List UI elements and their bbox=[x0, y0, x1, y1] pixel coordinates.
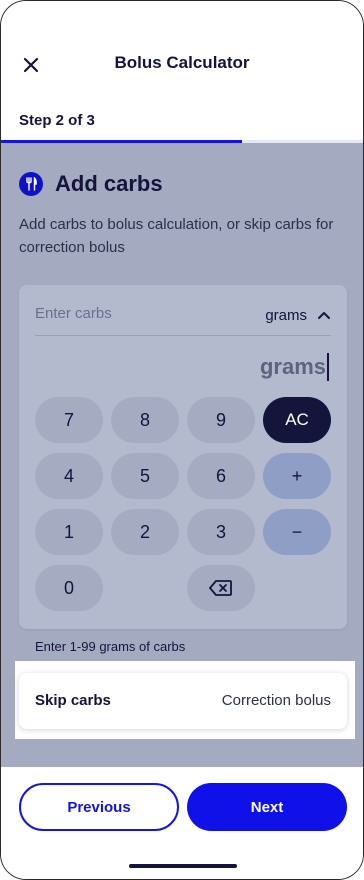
page-title: Bolus Calculator bbox=[114, 53, 250, 72]
skip-carbs-value: Correction bolus bbox=[221, 692, 331, 709]
step-indicator: Step 2 of 3 bbox=[19, 112, 95, 129]
home-indicator bbox=[129, 864, 237, 868]
phone-screen: Bolus Calculator Step 2 of 3 Add carbs A… bbox=[0, 0, 364, 880]
fork-knife-icon bbox=[19, 172, 43, 196]
carbs-input-row: Enter carbs grams bbox=[35, 303, 331, 327]
unit-dropdown-label: grams bbox=[265, 306, 307, 324]
key-1[interactable]: 1 bbox=[35, 509, 103, 555]
skip-carbs-label: Skip carbs bbox=[35, 692, 111, 709]
key-9[interactable]: 9 bbox=[187, 397, 255, 443]
key-4[interactable]: 4 bbox=[35, 453, 103, 499]
key-3[interactable]: 3 bbox=[187, 509, 255, 555]
minus-button[interactable]: − bbox=[263, 509, 331, 555]
section-description: Add carbs to bolus calculation, or skip … bbox=[19, 216, 334, 256]
footer: Previous Next bbox=[1, 767, 363, 879]
key-8[interactable]: 8 bbox=[111, 397, 179, 443]
carbs-input-card: Enter carbs grams grams 7 8 9 AC 4 5 6 +… bbox=[19, 285, 347, 629]
key-5[interactable]: 5 bbox=[111, 453, 179, 499]
previous-button[interactable]: Previous bbox=[19, 783, 179, 831]
key-0[interactable]: 0 bbox=[35, 565, 103, 611]
section-header: Add carbs bbox=[19, 171, 163, 197]
next-button[interactable]: Next bbox=[187, 783, 347, 831]
key-7[interactable]: 7 bbox=[35, 397, 103, 443]
chevron-up-icon bbox=[318, 312, 330, 319]
unit-dropdown[interactable]: grams bbox=[265, 303, 331, 327]
header: Bolus Calculator Step 2 of 3 bbox=[1, 1, 363, 143]
main-content: Add carbs Add carbs to bolus calculation… bbox=[1, 143, 363, 767]
plus-button[interactable]: + bbox=[263, 453, 331, 499]
key-2[interactable]: 2 bbox=[111, 509, 179, 555]
section-title: Add carbs bbox=[55, 171, 163, 196]
backspace-button[interactable] bbox=[187, 565, 255, 611]
carbs-display-value: grams bbox=[260, 353, 329, 381]
divider bbox=[35, 335, 331, 336]
backspace-icon bbox=[209, 580, 232, 596]
key-6[interactable]: 6 bbox=[187, 453, 255, 499]
skip-carbs-option[interactable]: Skip carbs Correction bolus bbox=[19, 673, 347, 729]
carbs-hint: Enter 1-99 grams of carbs bbox=[35, 639, 186, 654]
carbs-input[interactable]: Enter carbs bbox=[35, 305, 112, 322]
clear-button[interactable]: AC bbox=[263, 397, 331, 443]
